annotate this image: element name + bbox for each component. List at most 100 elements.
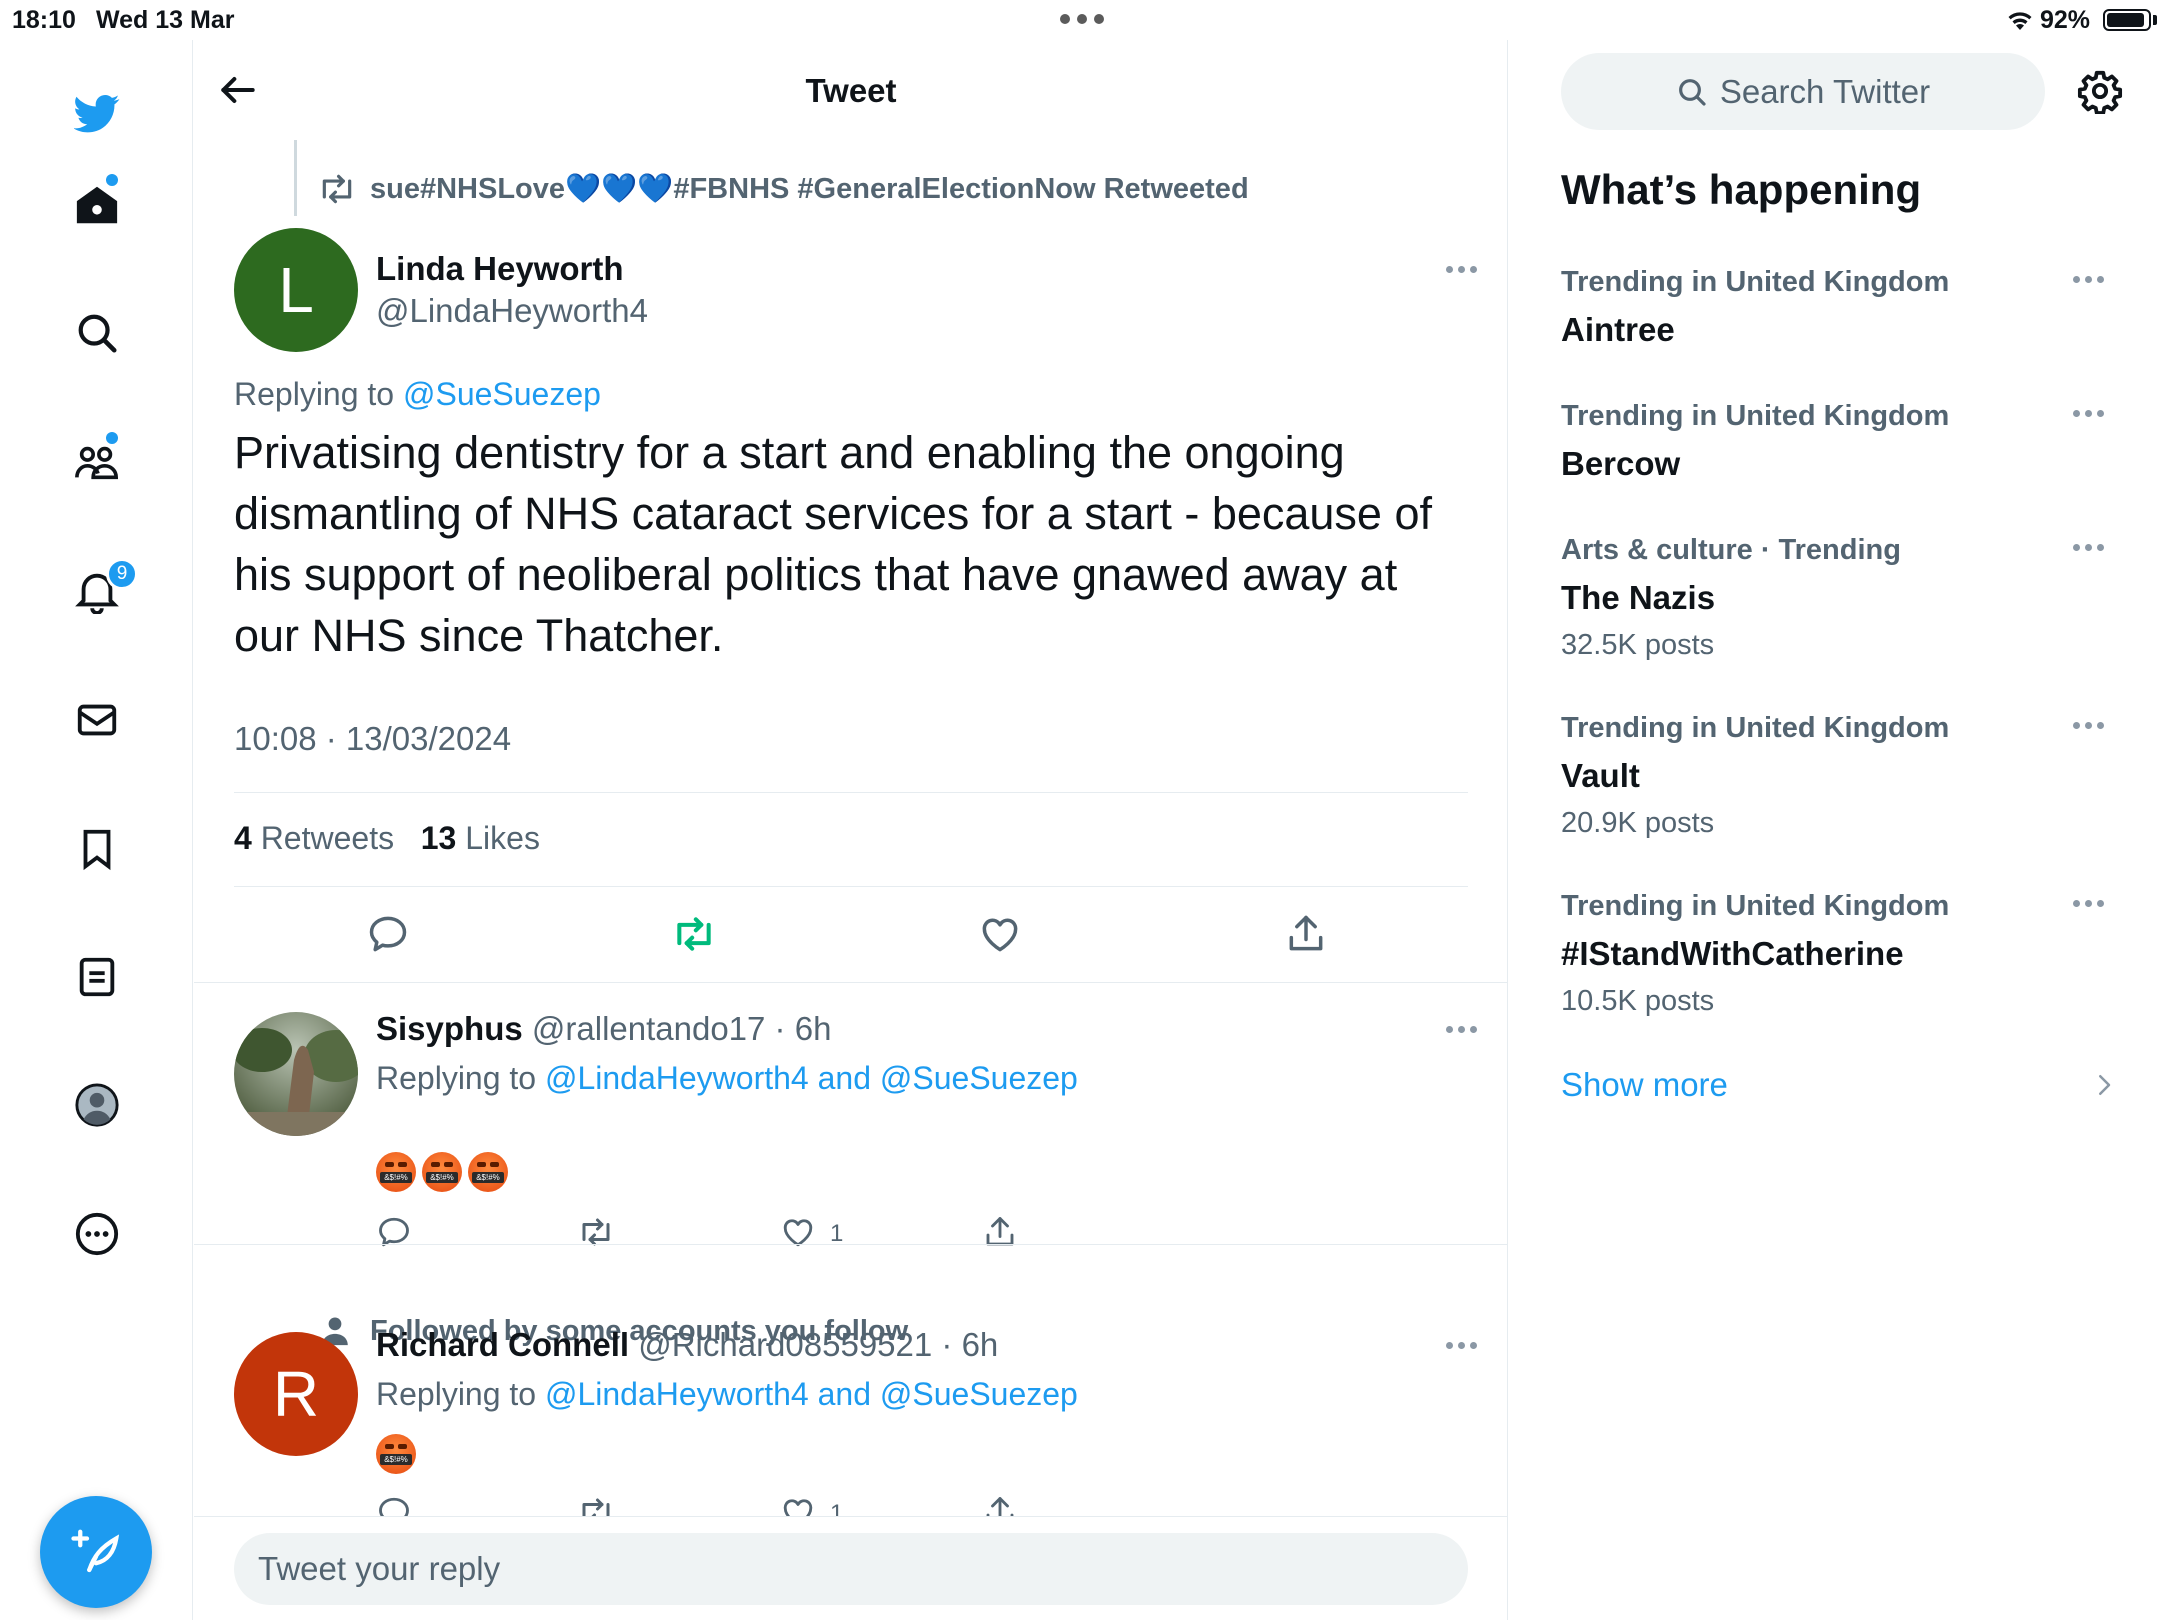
replying-prefix: Replying to: [376, 1060, 537, 1096]
show-more-link[interactable]: Show more: [1561, 1066, 1728, 1104]
retweet-context-text: sue#NHSLove💙💙💙#FBNHS #GeneralElectionNow…: [370, 173, 1249, 205]
messages-mail-icon[interactable]: [72, 695, 122, 745]
reply-more-icon[interactable]: [1446, 1026, 1480, 1036]
tweet-stats: 4 Retweets 13 Likes: [234, 820, 540, 857]
tweet-text: Privatising dentistry for a start and en…: [234, 427, 1432, 661]
trend-more-icon[interactable]: [2073, 276, 2107, 286]
more-options-icon[interactable]: [72, 1209, 122, 1259]
trend-post-count: 32.5K posts: [1561, 629, 1715, 661]
compose-tweet-button[interactable]: [40, 1496, 152, 1608]
replying-to-link[interactable]: @SueSuezep: [403, 376, 601, 412]
trend-post-count: 10.5K posts: [1561, 985, 1715, 1017]
reply-author[interactable]: Sisyphus @rallentando17 · 6h: [376, 1010, 831, 1048]
wifi-icon: [2008, 12, 2032, 30]
swearing-face-emoji-icon: [376, 1152, 416, 1192]
search-icon: [1678, 78, 1706, 106]
retweets-label: Retweets: [260, 820, 395, 856]
retweets-stat[interactable]: 4 Retweets: [234, 820, 394, 856]
author-handle[interactable]: @LindaHeyworth4: [376, 292, 648, 330]
trend-context: Trending in United Kingdom: [1561, 266, 1950, 298]
avatar[interactable]: R: [234, 1332, 358, 1456]
trend-context: Trending in United Kingdom: [1561, 400, 1950, 432]
search-placeholder: Search Twitter: [1719, 72, 1931, 110]
tweet-reply-input[interactable]: [234, 1533, 1468, 1605]
tweet-timestamp[interactable]: 10:08 · 13/03/2024: [234, 720, 511, 758]
divider: [194, 982, 1507, 983]
swearing-face-emoji-icon: [468, 1152, 508, 1192]
retweet-action-icon[interactable]: [672, 912, 716, 956]
avatar-letter: L: [278, 254, 314, 326]
tweet-detail-column: Tweet sue#NHSLove💙💙💙#FBNHS #GeneralElect…: [194, 40, 1508, 1620]
divider: [234, 886, 1468, 887]
search-bar[interactable]: Search Twitter: [1561, 53, 2045, 130]
trend-item[interactable]: Arts & culture · Trending The Nazis 32.5…: [1561, 534, 2121, 662]
replying-to-link[interactable]: @LindaHeyworth4 and @SueSuezep: [545, 1060, 1078, 1096]
explore-search-icon[interactable]: [72, 308, 122, 358]
trend-item[interactable]: Trending in United Kingdom Aintree: [1561, 266, 2121, 349]
lists-icon[interactable]: [72, 952, 122, 1002]
author-display-name: Linda Heyworth: [376, 250, 624, 287]
avatar[interactable]: L: [234, 228, 358, 352]
communities-unread-dot: [106, 432, 118, 444]
divider: [194, 1244, 1507, 1245]
multitasking-dots-icon[interactable]: [1060, 14, 1104, 24]
reply-author[interactable]: Richard Connell @Richard08559521 · 6h: [376, 1326, 998, 1364]
trend-name: Vault: [1561, 757, 1640, 794]
chevron-right-icon: [2099, 1075, 2111, 1095]
twitter-logo-icon[interactable]: [72, 88, 122, 138]
trend-name: Bercow: [1561, 445, 1681, 482]
trend-more-icon[interactable]: [2073, 722, 2107, 732]
trend-more-icon[interactable]: [2073, 900, 2107, 910]
divider: [234, 792, 1468, 793]
trend-name: Aintree: [1561, 311, 1675, 348]
home-icon[interactable]: [72, 180, 122, 230]
retweets-count: 4: [234, 820, 252, 856]
swearing-face-emoji-icon: [422, 1152, 462, 1192]
like-heart-icon[interactable]: [978, 912, 1022, 956]
battery-percentage: 92%: [2040, 6, 2091, 34]
profile-avatar-icon[interactable]: [72, 1080, 122, 1130]
reply-author-handle-time: @Richard08559521 · 6h: [638, 1326, 999, 1363]
status-date: Wed 13 Mar: [96, 6, 235, 34]
bookmark-icon[interactable]: [72, 824, 122, 874]
trend-item[interactable]: Trending in United Kingdom Bercow: [1561, 400, 2121, 483]
trend-context: Arts & culture · Trending: [1561, 534, 1901, 566]
trend-item[interactable]: Trending in United Kingdom #IStandWithCa…: [1561, 890, 2121, 1018]
tweet-more-icon[interactable]: [1446, 266, 1480, 276]
author-name[interactable]: Linda Heyworth: [376, 250, 624, 288]
likes-label: Likes: [465, 820, 540, 856]
share-icon[interactable]: [1284, 912, 1328, 956]
page-title: Tweet: [805, 72, 897, 109]
trend-more-icon[interactable]: [2073, 544, 2107, 554]
likes-stat[interactable]: 13 Likes: [421, 820, 540, 856]
reply-composer: [194, 1516, 1507, 1620]
whats-happening-title: What’s happening: [1561, 166, 1922, 213]
replying-to: Replying to @LindaHeyworth4 and @SueSuez…: [376, 1060, 1078, 1097]
replying-to-link[interactable]: @LindaHeyworth4 and @SueSuezep: [545, 1376, 1078, 1412]
thread-line: [294, 140, 297, 216]
battery-icon: [2103, 9, 2151, 31]
replying-prefix: Replying to: [234, 376, 395, 412]
reply-emoji-text: [376, 1434, 416, 1474]
trend-context: Trending in United Kingdom: [1561, 712, 1950, 744]
trend-name: #IStandWithCatherine: [1561, 935, 1904, 972]
reply-author-handle-time: @rallentando17 · 6h: [531, 1010, 832, 1047]
trend-item[interactable]: Trending in United Kingdom Vault 20.9K p…: [1561, 712, 2121, 840]
status-time: 18:10: [12, 6, 76, 34]
swearing-face-emoji-icon: [376, 1434, 416, 1474]
avatar[interactable]: [234, 1012, 358, 1136]
reply-author-name: Sisyphus: [376, 1010, 523, 1047]
settings-gear-icon[interactable]: [2077, 68, 2123, 114]
left-navigation: 9: [0, 40, 193, 1620]
retweet-icon: [322, 174, 352, 204]
replying-to: Replying to @LindaHeyworth4 and @SueSuez…: [376, 1376, 1078, 1413]
communities-icon[interactable]: [72, 437, 122, 487]
retweet-context[interactable]: sue#NHSLove💙💙💙#FBNHS #GeneralElectionNow…: [318, 170, 1249, 208]
reply-icon[interactable]: [366, 912, 410, 956]
trend-more-icon[interactable]: [2073, 410, 2107, 420]
reply-more-icon[interactable]: [1446, 1342, 1480, 1352]
likes-count: 13: [420, 820, 457, 856]
right-sidebar: Search Twitter What’s happening Trending…: [1509, 40, 2160, 1620]
trend-post-count: 20.9K posts: [1561, 807, 1715, 839]
trend-name: The Nazis: [1561, 579, 1716, 616]
